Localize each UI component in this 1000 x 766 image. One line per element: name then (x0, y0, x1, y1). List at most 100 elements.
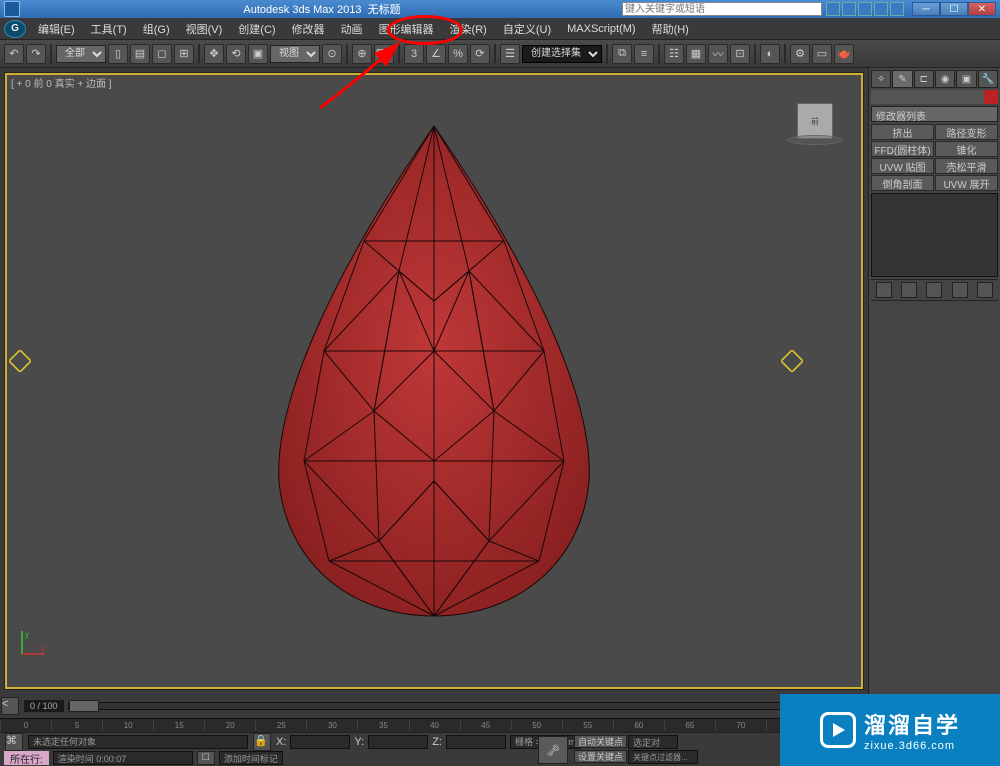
time-tag-label[interactable]: 添加时间标记 (219, 751, 283, 765)
viewcube[interactable]: 前 (797, 103, 833, 139)
select-rotate-button[interactable]: ⟲ (226, 44, 246, 64)
select-object-button[interactable]: ▯ (108, 44, 128, 64)
pin-stack-button[interactable] (876, 282, 892, 298)
help-search-input[interactable] (622, 2, 822, 16)
utilities-tab[interactable]: 🔧 (978, 70, 998, 88)
mod-taper-button[interactable]: 锥化 (935, 141, 998, 157)
mod-unwrap-button[interactable]: UVW 展开 (935, 175, 998, 191)
viewport-label[interactable]: [ + 0 前 0 真实 + 边面 ] (11, 75, 112, 90)
close-button[interactable]: ✕ (968, 2, 996, 16)
select-by-name-button[interactable]: ▤ (130, 44, 150, 64)
remove-modifier-button[interactable] (952, 282, 968, 298)
angle-snap-button[interactable]: ∠ (426, 44, 446, 64)
mod-ffd-button[interactable]: FFD(圆柱体) (871, 141, 934, 157)
window-crossing-button[interactable]: ⊞ (174, 44, 194, 64)
display-tab[interactable]: ▣ (956, 70, 976, 88)
coord-z-input[interactable] (446, 735, 506, 749)
mod-bevelprofile-button[interactable]: 倒角剖面 (871, 175, 934, 191)
play-icon (820, 712, 856, 748)
schematic-view-button[interactable]: ⊡ (730, 44, 750, 64)
mirror-button[interactable]: ⧉ (612, 44, 632, 64)
percent-snap-button[interactable]: % (448, 44, 468, 64)
menu-bar: G 编辑(E) 工具(T) 组(G) 视图(V) 创建(C) 修改器 动画 图形… (0, 18, 1000, 40)
use-pivot-button[interactable]: ⊙ (322, 44, 342, 64)
set-key-button[interactable]: 设置关键点 (574, 750, 627, 763)
mod-uvwmap-button[interactable]: UVW 贴图 (871, 158, 934, 174)
search-icon[interactable] (826, 2, 840, 16)
menu-graph-editors[interactable]: 图形编辑器 (371, 18, 442, 40)
time-slider-track[interactable] (68, 702, 848, 710)
time-config-button[interactable]: < (1, 697, 19, 715)
signin-icon[interactable] (858, 2, 872, 16)
configure-sets-button[interactable] (977, 282, 993, 298)
layers-button[interactable]: ☷ (664, 44, 684, 64)
render-production-button[interactable]: 🫖 (834, 44, 854, 64)
maximize-button[interactable]: ☐ (940, 2, 968, 16)
spinner-snap-button[interactable]: ⟳ (470, 44, 490, 64)
mod-extrude-button[interactable]: 挤出 (871, 124, 934, 140)
edit-named-sets-button[interactable]: ☰ (500, 44, 520, 64)
graphite-button[interactable]: ▦ (686, 44, 706, 64)
select-manipulate-button[interactable]: ⊕ (352, 44, 372, 64)
select-scale-button[interactable]: ▣ (248, 44, 268, 64)
select-region-button[interactable]: ◻ (152, 44, 172, 64)
render-setup-button[interactable]: ⚙ (790, 44, 810, 64)
auto-key-button[interactable]: 自动关键点 (574, 735, 627, 748)
add-time-tag-button[interactable]: ☐ (197, 751, 215, 765)
motion-tab[interactable]: ◉ (935, 70, 955, 88)
minimize-button[interactable]: ─ (912, 2, 940, 16)
coord-x-input[interactable] (290, 735, 350, 749)
application-menu-button[interactable]: G (4, 20, 26, 38)
mod-pathdeform-button[interactable]: 路径变形 (935, 124, 998, 140)
object-color-swatch[interactable] (984, 90, 998, 104)
key-filters-button[interactable]: 关键点过滤器... (628, 750, 698, 764)
exchange-icon[interactable] (874, 2, 888, 16)
app-icon[interactable] (4, 1, 20, 17)
make-unique-button[interactable] (926, 282, 942, 298)
align-button[interactable]: ≡ (634, 44, 654, 64)
snap-toggle-button[interactable]: 3 (404, 44, 424, 64)
lock-selection-button[interactable]: 🔒 (253, 733, 271, 751)
modify-tab[interactable]: ✎ (892, 70, 912, 88)
hierarchy-tab[interactable]: ⊏ (914, 70, 934, 88)
material-editor-button[interactable]: ◐ (760, 44, 780, 64)
show-end-result-button[interactable] (901, 282, 917, 298)
undo-button[interactable]: ↶ (4, 44, 24, 64)
menu-customize[interactable]: 自定义(U) (495, 18, 559, 40)
selection-filter-dropdown[interactable]: 全部 (56, 45, 106, 63)
menu-views[interactable]: 视图(V) (178, 18, 231, 40)
viewport-front[interactable]: [ + 0 前 0 真实 + 边面 ] 前 (4, 72, 864, 690)
frame-indicator: 0 / 100 (24, 700, 64, 712)
rendered-frame-button[interactable]: ▭ (812, 44, 832, 64)
keyboard-shortcut-button[interactable]: ⌨ (374, 44, 394, 64)
curve-editor-button[interactable]: 〰 (708, 44, 728, 64)
viewcube-compass[interactable] (787, 135, 843, 145)
help-icon[interactable] (890, 2, 904, 16)
create-tab[interactable]: ✧ (871, 70, 891, 88)
menu-modifiers[interactable]: 修改器 (284, 18, 333, 40)
set-key-big-button[interactable]: 🗝 (538, 736, 568, 764)
menu-animation[interactable]: 动画 (333, 18, 371, 40)
coord-y-input[interactable] (368, 735, 428, 749)
script-line-indicator[interactable]: 所在行: (4, 751, 49, 765)
time-ruler[interactable]: 0510 152025 303540 455055 606570 7580 (0, 718, 868, 732)
favorite-icon[interactable] (842, 2, 856, 16)
modifier-list-dropdown[interactable]: 修改器列表 (871, 106, 998, 122)
menu-rendering[interactable]: 渲染(R) (442, 18, 495, 40)
select-move-button[interactable]: ✥ (204, 44, 224, 64)
modifier-stack[interactable] (871, 193, 998, 277)
menu-edit[interactable]: 编辑(E) (30, 18, 83, 40)
menu-create[interactable]: 创建(C) (230, 18, 283, 40)
mod-relax-button[interactable]: 壳松平滑 (935, 158, 998, 174)
selection-filter-box[interactable]: 选定对 (628, 735, 678, 749)
menu-help[interactable]: 帮助(H) (644, 18, 697, 40)
geometry-object[interactable] (264, 121, 604, 621)
menu-maxscript[interactable]: MAXScript(M) (559, 20, 643, 38)
time-slider-handle[interactable] (69, 700, 99, 712)
named-selection-dropdown[interactable]: 创建选择集 (522, 45, 602, 63)
menu-group[interactable]: 组(G) (135, 18, 178, 40)
menu-tools[interactable]: 工具(T) (83, 18, 135, 40)
maxscript-mini-button[interactable]: ⌘ (5, 733, 23, 751)
redo-button[interactable]: ↷ (26, 44, 46, 64)
ref-coord-dropdown[interactable]: 视图 (270, 45, 320, 63)
